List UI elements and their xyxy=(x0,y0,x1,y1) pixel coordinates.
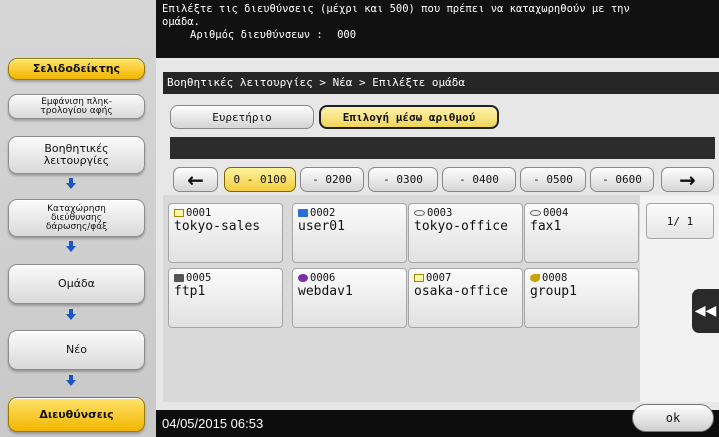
address-entry[interactable]: 0007 osaka-office xyxy=(408,268,523,328)
entry-name: tokyo-office xyxy=(414,219,508,234)
bookmark-button[interactable]: Σελιδοδείκτης xyxy=(8,58,145,80)
address-entry[interactable]: 0008 group1 xyxy=(524,268,639,328)
sidebar-item-new[interactable]: Νέο xyxy=(8,330,145,370)
pc-icon xyxy=(298,209,308,217)
page-indicator: 1/ 1 xyxy=(646,203,714,239)
address-count-value: 000 xyxy=(337,29,357,41)
range-0101-0200[interactable]: - 0200 xyxy=(300,167,364,192)
address-entry[interactable]: 0004 fax1 xyxy=(524,203,639,263)
address-entry[interactable]: 0005 ftp1 xyxy=(168,268,283,328)
sidebar-item-address-registration[interactable]: Καταχώρηση διεύθυνσης δάρωσης/φάξ xyxy=(8,199,145,237)
address-entry[interactable]: 0003 tokyo-office xyxy=(408,203,523,263)
sidebar: Σελιδοδείκτης Εμφάνιση πληκ- τρολογίου α… xyxy=(0,0,156,437)
instruction-message: Επιλέξτε τις διευθύνσεις (μέχρι και 500)… xyxy=(156,0,719,58)
next-page-button[interactable]: → xyxy=(661,167,714,192)
entry-name: osaka-office xyxy=(414,284,508,299)
range-0301-0400[interactable]: - 0400 xyxy=(442,167,516,192)
address-entry[interactable]: 0002 user01 xyxy=(292,203,407,263)
tab-select-by-number[interactable]: Επιλογή μέσω αριθμού xyxy=(319,105,499,129)
breadcrumb: Βοηθητικές λειτουργίες > Νέα > Επιλέξτε … xyxy=(163,72,719,94)
entry-number: 0002 xyxy=(310,207,336,219)
webdav-icon xyxy=(298,274,308,282)
prev-page-button[interactable]: ← xyxy=(173,167,218,192)
address-count: Αριθμός διευθύνσεων : 000 xyxy=(162,29,713,42)
entry-name: group1 xyxy=(530,284,577,299)
collapse-panel-button[interactable]: ◀◀ xyxy=(692,289,719,333)
entry-number: 0006 xyxy=(310,272,336,284)
group-icon xyxy=(530,274,540,282)
entry-name: tokyo-sales xyxy=(174,219,261,234)
sidebar-item-utility[interactable]: Βοηθητικές λειτουργίες xyxy=(8,136,145,174)
entry-number: 0007 xyxy=(426,272,452,284)
range-0001-0100[interactable]: 0 - 0100 xyxy=(224,167,296,192)
entry-name: user01 xyxy=(298,219,345,234)
entry-number: 0005 xyxy=(186,272,212,284)
sidebar-item-group[interactable]: Ομάδα xyxy=(8,264,145,304)
input-bar xyxy=(170,137,715,159)
entry-number: 0008 xyxy=(542,272,568,284)
entry-number: 0004 xyxy=(543,207,569,219)
mail-icon xyxy=(414,274,424,282)
address-entry[interactable]: 0006 webdav1 xyxy=(292,268,407,328)
ftp-icon xyxy=(174,274,184,282)
entry-name: ftp1 xyxy=(174,284,206,299)
fax-icon xyxy=(530,210,541,216)
address-entry[interactable]: 0001 tokyo-sales xyxy=(168,203,283,263)
entry-number: 0003 xyxy=(427,207,453,219)
fax-icon xyxy=(414,210,425,216)
instruction-line-2: ομάδα. xyxy=(162,16,200,28)
range-0501-0600[interactable]: - 0600 xyxy=(590,167,654,192)
sidebar-item-addresses[interactable]: Διευθύνσεις xyxy=(8,397,145,432)
instruction-line-1: Επιλέξτε τις διευθύνσεις (μέχρι και 500)… xyxy=(162,3,630,15)
address-count-label: Αριθμός διευθύνσεων : xyxy=(190,29,323,41)
double-chevron-left-icon: ◀◀ xyxy=(694,303,717,319)
range-0401-0500[interactable]: - 0500 xyxy=(520,167,586,192)
touch-keyboard-button[interactable]: Εμφάνιση πληκ- τρολογίου αφής xyxy=(8,94,145,119)
arrow-left-icon: ← xyxy=(187,167,204,192)
mail-icon xyxy=(174,209,184,217)
entry-number: 0001 xyxy=(186,207,212,219)
entry-name: fax1 xyxy=(530,219,562,234)
tab-index[interactable]: Ευρετήριο xyxy=(170,105,314,129)
entry-name: webdav1 xyxy=(298,284,353,299)
arrow-right-icon: → xyxy=(679,167,696,192)
ok-button[interactable]: ok xyxy=(632,404,714,432)
datetime: 04/05/2015 06:53 xyxy=(162,416,264,431)
range-0201-0300[interactable]: - 0300 xyxy=(368,167,438,192)
